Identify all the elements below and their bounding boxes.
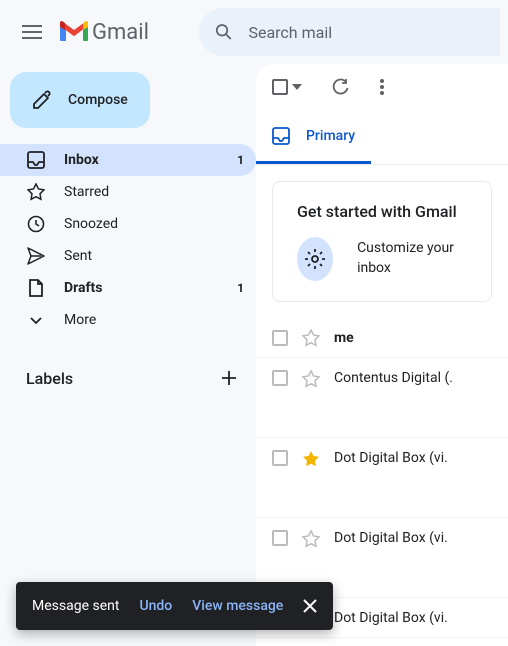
nav-count: 1: [237, 281, 244, 295]
search-input[interactable]: [248, 23, 484, 42]
nav-label: Sent: [64, 248, 244, 264]
tab-primary[interactable]: Primary: [256, 110, 371, 164]
nav: Inbox 1 Starred Snoozed Sent Drafts 1: [0, 144, 256, 336]
main-menu-button[interactable]: [8, 8, 56, 56]
star-button[interactable]: [302, 329, 320, 347]
toast-close-button[interactable]: [303, 599, 317, 613]
send-icon: [27, 247, 45, 265]
compose-label: Compose: [68, 92, 128, 108]
email-checkbox[interactable]: [272, 330, 288, 346]
tab-label: Primary: [306, 128, 355, 144]
inbox-icon: [27, 151, 45, 169]
content: Primary Get started with Gmail Customize…: [256, 64, 508, 646]
labels-title: Labels: [26, 369, 73, 388]
plus-icon: [220, 369, 238, 387]
caret-down-icon: [292, 84, 302, 90]
nav-more[interactable]: More: [0, 304, 256, 336]
pencil-icon: [32, 90, 52, 110]
gmail-icon: [60, 21, 88, 43]
email-row[interactable]: me: [256, 318, 508, 358]
add-label-button[interactable]: [220, 369, 238, 387]
star-icon: [27, 183, 45, 201]
tabs: Primary: [256, 110, 508, 165]
chevron-down-icon: [29, 313, 43, 327]
hamburger-icon: [22, 25, 42, 39]
nav-count: 1: [237, 153, 244, 167]
toast: Message sent Undo View message: [16, 582, 333, 630]
email-row[interactable]: Contentus Digital (.: [256, 358, 508, 438]
toolbar: [256, 64, 508, 110]
close-icon: [303, 599, 317, 613]
email-row[interactable]: Dot Digital Box (vi.: [256, 438, 508, 518]
clock-icon: [27, 215, 45, 233]
gear-badge: [297, 237, 333, 281]
star-outline-icon: [302, 329, 320, 347]
select-all[interactable]: [272, 79, 302, 95]
nav-label: Inbox: [64, 152, 237, 168]
star-filled-icon: [302, 450, 320, 468]
email-sender: Contentus Digital (.: [334, 370, 453, 386]
email-sender: Dot Digital Box (vi.: [334, 530, 448, 546]
email-checkbox[interactable]: [272, 370, 288, 386]
nav-label: More: [64, 312, 244, 328]
compose-button[interactable]: Compose: [10, 72, 150, 128]
checkbox-icon: [272, 79, 288, 95]
star-button[interactable]: [302, 530, 320, 548]
labels-section: Labels: [0, 358, 256, 398]
gear-icon: [304, 248, 326, 270]
search-icon: [215, 22, 233, 42]
header: Gmail: [0, 0, 508, 64]
star-outline-icon: [302, 370, 320, 388]
star-button[interactable]: [302, 370, 320, 388]
gmail-logo[interactable]: Gmail: [60, 20, 149, 45]
toast-message: Message sent: [32, 598, 119, 614]
sidebar: Compose Inbox 1 Starred Snoozed Sent: [0, 64, 256, 646]
customize-inbox-item[interactable]: Customize your inbox: [297, 237, 467, 281]
nav-drafts[interactable]: Drafts 1: [0, 272, 256, 304]
email-sender: Dot Digital Box (vi.: [334, 610, 448, 626]
inbox-icon: [272, 127, 290, 145]
get-started-card: Get started with Gmail Customize your in…: [272, 181, 492, 302]
get-started-title: Get started with Gmail: [297, 202, 467, 221]
nav-sent[interactable]: Sent: [0, 240, 256, 272]
file-icon: [28, 279, 44, 297]
more-button[interactable]: [380, 79, 384, 95]
email-checkbox[interactable]: [272, 450, 288, 466]
customize-text: Customize your inbox: [357, 239, 467, 278]
main: Compose Inbox 1 Starred Snoozed Sent: [0, 64, 508, 646]
search-bar[interactable]: [199, 8, 500, 56]
star-button[interactable]: [302, 450, 320, 468]
star-outline-icon: [302, 530, 320, 548]
undo-button[interactable]: Undo: [139, 598, 172, 614]
more-vert-icon: [380, 79, 384, 95]
nav-inbox[interactable]: Inbox 1: [0, 144, 256, 176]
nav-label: Drafts: [64, 280, 237, 296]
email-sender: Dot Digital Box (vi.: [334, 450, 448, 466]
refresh-button[interactable]: [332, 78, 350, 96]
view-message-button[interactable]: View message: [192, 598, 283, 614]
nav-snoozed[interactable]: Snoozed: [0, 208, 256, 240]
gmail-text: Gmail: [92, 20, 149, 45]
nav-label: Starred: [64, 184, 244, 200]
email-checkbox[interactable]: [272, 530, 288, 546]
refresh-icon: [332, 78, 350, 96]
nav-label: Snoozed: [64, 216, 244, 232]
email-sender: me: [334, 330, 354, 346]
nav-starred[interactable]: Starred: [0, 176, 256, 208]
